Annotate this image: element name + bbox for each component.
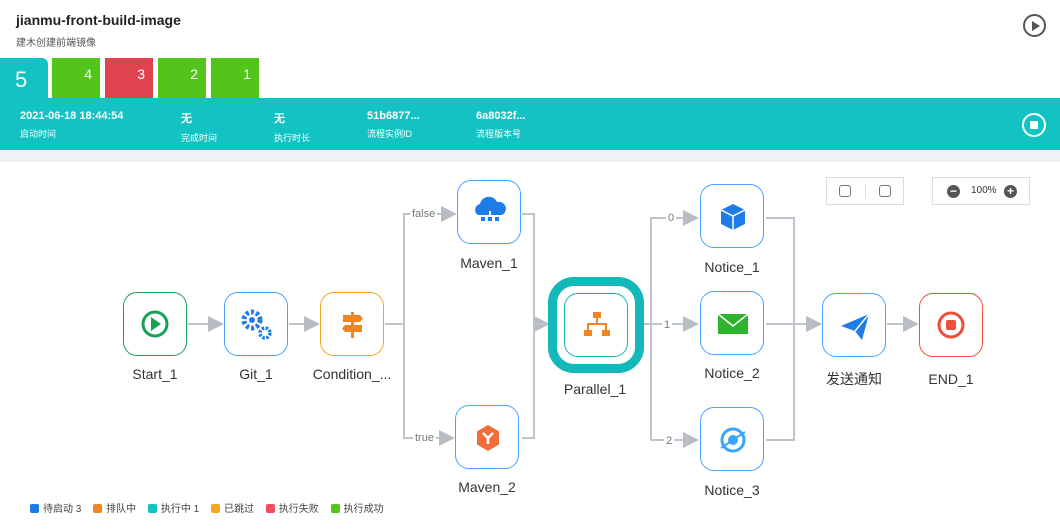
fit-view-icon[interactable] <box>879 185 891 197</box>
hexagon-y-icon <box>477 425 499 451</box>
node-condition-label: Condition_... <box>312 366 392 382</box>
node-notice1[interactable] <box>700 184 764 248</box>
finish-time-label: 完成时间 <box>181 133 218 143</box>
node-notice2-label: Notice_2 <box>704 365 760 381</box>
zoom-in-icon[interactable]: + <box>1004 185 1017 198</box>
status-legend: 待启动 3 排队中 执行中 1 已跳过 执行失败 执行成功 <box>30 500 393 515</box>
legend-running: 执行中 1 <box>147 500 200 515</box>
paper-plane-icon <box>841 313 870 340</box>
duration-label: 执行时长 <box>274 133 311 143</box>
signpost-icon <box>342 312 363 338</box>
duration-info: 无执行时长 <box>274 110 310 144</box>
node-end[interactable] <box>919 293 983 357</box>
ring-icon <box>720 427 746 453</box>
tab-run-1[interactable]: 1 <box>211 58 259 98</box>
edge-label-0: 0 <box>666 212 677 224</box>
stop-icon <box>937 311 965 339</box>
legend-failed: 执行失败 <box>265 500 319 515</box>
instance-id-value[interactable]: 51b6877... <box>367 110 420 122</box>
node-notice2[interactable] <box>700 291 764 355</box>
node-maven2-label: Maven_2 <box>458 479 516 495</box>
node-parallel[interactable] <box>548 277 644 373</box>
view-controls <box>826 177 904 205</box>
duration-value: 无 <box>274 113 285 125</box>
finish-time-info: 无完成时间 <box>181 110 217 144</box>
legend-running-label: 执行中 1 <box>160 504 200 515</box>
node-maven1[interactable] <box>457 180 521 244</box>
tab-run-5[interactable]: 5 <box>0 58 48 100</box>
legend-skipped-label: 已跳过 <box>224 504 255 515</box>
legend-queued-label: 排队中 <box>106 504 137 515</box>
legend-skipped: 已跳过 <box>211 500 254 515</box>
zoom-divider <box>865 184 866 198</box>
stop-workflow-button[interactable] <box>1022 113 1046 137</box>
edge-label-1: 1 <box>662 319 673 331</box>
node-start-label: Start_1 <box>132 366 178 382</box>
cube-icon <box>720 204 746 230</box>
zoom-level: 100% <box>971 185 997 196</box>
version-value[interactable]: 6a8032f... <box>476 110 526 122</box>
hierarchy-icon <box>584 312 610 336</box>
run-workflow-button[interactable] <box>1023 14 1046 37</box>
node-maven1-label: Maven_1 <box>460 255 518 271</box>
finish-time-value: 无 <box>181 113 192 125</box>
workflow-header: jianmu-front-build-image 建木创建前端镜像 <box>0 0 1060 58</box>
legend-pending-label: 待启动 3 <box>43 504 82 515</box>
node-condition[interactable] <box>320 292 384 356</box>
node-git-label: Git_1 <box>239 366 273 382</box>
legend-queued: 排队中 <box>93 500 136 515</box>
divider <box>0 150 1060 162</box>
node-notify-label: 发送通知 <box>826 371 882 387</box>
instance-id-label: 流程实例ID <box>367 129 413 139</box>
tab-run-3[interactable]: 3 <box>105 58 153 98</box>
node-maven2[interactable] <box>455 405 519 469</box>
node-start[interactable] <box>123 292 187 356</box>
start-time-info: 2021-06-18 18:44:54 启动时间 <box>20 110 123 140</box>
workflow-subtitle: 建木创建前端镜像 <box>16 38 96 49</box>
tab-run-4[interactable]: 4 <box>52 58 100 98</box>
workflow-title: jianmu-front-build-image <box>16 12 181 28</box>
edge-label-false: false <box>410 208 438 220</box>
node-notify[interactable] <box>822 293 886 357</box>
legend-pending: 待启动 3 <box>30 500 81 515</box>
node-notice3-label: Notice_3 <box>704 482 760 498</box>
node-notice3[interactable] <box>700 407 764 471</box>
version-info: 6a8032f... 流程版本号 <box>476 110 526 140</box>
play-icon <box>141 310 169 338</box>
instance-id-info: 51b6877... 流程实例ID <box>367 110 420 140</box>
tab-run-2[interactable]: 2 <box>158 58 206 98</box>
node-end-label: END_1 <box>928 371 974 387</box>
cloud-network-icon <box>475 196 506 221</box>
mail-icon <box>717 313 749 334</box>
run-info-bar: 2021-06-18 18:44:54 启动时间 无完成时间 无执行时长 51b6… <box>0 98 1060 150</box>
start-time-value: 2021-06-18 18:44:54 <box>20 110 124 122</box>
version-label: 流程版本号 <box>476 129 522 139</box>
gears-icon <box>241 309 272 340</box>
start-time-label: 启动时间 <box>20 129 57 139</box>
legend-succeeded: 执行成功 <box>330 500 384 515</box>
legend-succeeded-label: 执行成功 <box>343 504 384 515</box>
node-notice1-label: Notice_1 <box>704 259 760 275</box>
fullscreen-icon[interactable] <box>839 185 851 197</box>
node-parallel-label: Parallel_1 <box>563 381 627 397</box>
node-git[interactable] <box>224 292 288 356</box>
zoom-controls: − 100% + <box>932 177 1030 205</box>
edge-label-true: true <box>413 432 436 444</box>
legend-failed-label: 执行失败 <box>278 504 319 515</box>
edge-label-2: 2 <box>664 435 675 447</box>
zoom-out-icon[interactable]: − <box>947 185 960 198</box>
